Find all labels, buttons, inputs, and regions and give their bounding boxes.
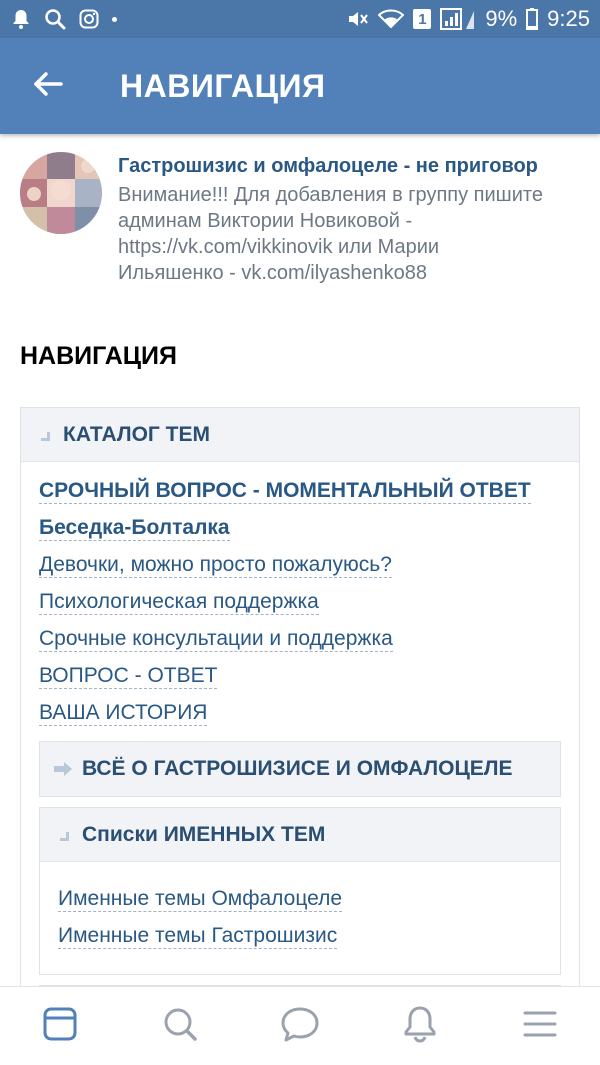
named-topics-header[interactable]: Списки ИМЕННЫХ ТЕМ xyxy=(40,808,560,862)
tab-news[interactable] xyxy=(30,996,90,1056)
tab-messages[interactable] xyxy=(270,996,330,1056)
group-description-line: https://vk.com/vikkinovik или Марии xyxy=(118,236,440,258)
catalog-header[interactable]: КАТАЛОГ ТЕМ xyxy=(21,408,579,462)
named-topics-title: Списки ИМЕННЫХ ТЕМ xyxy=(82,822,326,846)
named-topic-link[interactable]: Именные темы Гастрошизис xyxy=(58,923,338,949)
content-area[interactable]: Гастрошизис и омфалоцеле - не приговор В… xyxy=(0,134,600,986)
group-header[interactable]: Гастрошизис и омфалоцеле - не приговор В… xyxy=(0,134,600,286)
search-icon xyxy=(162,1006,198,1047)
topic-link[interactable]: Беседка-Болталка xyxy=(39,515,230,541)
news-icon xyxy=(42,1006,78,1047)
bottom-tab-bar xyxy=(0,986,600,1065)
battery-icon xyxy=(525,8,539,30)
notifications-icon xyxy=(402,1005,438,1048)
app-bar: НАВИГАЦИЯ xyxy=(0,38,600,134)
group-description-line: админам Виктории Новиковой - xyxy=(118,210,413,232)
group-description-line: Внимание!!! Для добавления в группу пиши… xyxy=(118,184,543,206)
search-icon xyxy=(44,8,66,30)
mute-icon xyxy=(347,8,369,30)
back-button[interactable] xyxy=(0,38,96,134)
catalog-title: КАТАЛОГ ТЕМ xyxy=(63,422,210,446)
page-title: НАВИГАЦИЯ xyxy=(120,67,326,104)
navigation-heading: НАВИГАЦИЯ xyxy=(20,342,177,370)
messages-icon xyxy=(280,1006,320,1047)
catalog-box: КАТАЛОГ ТЕМ СРОЧНЫЙ ВОПРОС - МОМЕНТАЛЬНЫ… xyxy=(20,407,580,986)
topic-link[interactable]: Срочные консультации и поддержка xyxy=(39,626,393,652)
named-topics-links: Именные темы Омфалоцеле Именные темы Гас… xyxy=(40,862,560,974)
catalog-links: СРОЧНЫЙ ВОПРОС - МОМЕНТАЛЬНЫЙ ОТВЕТ Бесе… xyxy=(21,462,579,737)
arrow-down-right-icon xyxy=(52,824,74,846)
sim-badge: 1 xyxy=(413,9,432,29)
group-description-line: Ильяшенко - vk.com/ilyashenko88 xyxy=(118,262,428,284)
wifi-icon xyxy=(377,8,405,30)
topic-link[interactable]: Психологическая поддержка xyxy=(39,589,319,615)
topic-link[interactable]: ВАША ИСТОРИЯ xyxy=(39,700,208,726)
named-topics-section: Списки ИМЕННЫХ ТЕМ Именные темы Омфалоце… xyxy=(39,807,561,975)
instagram-icon xyxy=(78,8,100,30)
tab-search[interactable] xyxy=(150,996,210,1056)
tab-menu[interactable] xyxy=(510,996,570,1056)
notification-bell-icon xyxy=(10,8,32,30)
clock: 9:25 xyxy=(547,6,590,31)
named-topic-link[interactable]: Именные темы Омфалоцеле xyxy=(58,886,343,912)
group-name[interactable]: Гастрошизис и омфалоцеле - не приговор xyxy=(118,152,580,180)
group-description: Внимание!!! Для добавления в группу пиши… xyxy=(118,182,580,286)
topic-link[interactable]: СРОЧНЫЙ ВОПРОС - МОМЕНТАЛЬНЫЙ ОТВЕТ xyxy=(39,478,531,504)
all-about-title: ВСЁ О ГАСТРОШИЗИСЕ И ОМФАЛОЦЕЛЕ xyxy=(82,757,513,780)
topic-link[interactable]: ВОПРОС - ОТВЕТ xyxy=(39,663,218,689)
signal-icon xyxy=(439,8,477,30)
tab-notifications[interactable] xyxy=(390,996,450,1056)
arrow-down-right-icon xyxy=(33,424,55,446)
battery-percent: 9% xyxy=(485,6,518,31)
status-bar: 1 9% 9:25 xyxy=(0,0,600,38)
group-avatar[interactable] xyxy=(20,152,102,234)
topic-link[interactable]: Девочки, можно просто пожалуюсь? xyxy=(39,552,392,578)
all-about-header[interactable]: ВСЁ О ГАСТРОШИЗИСЕ И ОМФАЛОЦЕЛЕ xyxy=(40,742,560,796)
arrow-left-icon xyxy=(33,71,63,102)
all-about-section[interactable]: ВСЁ О ГАСТРОШИЗИСЕ И ОМФАЛОЦЕЛЕ xyxy=(39,741,561,797)
status-dot xyxy=(112,16,117,22)
arrow-right-icon xyxy=(52,758,74,780)
menu-icon xyxy=(523,1009,557,1044)
